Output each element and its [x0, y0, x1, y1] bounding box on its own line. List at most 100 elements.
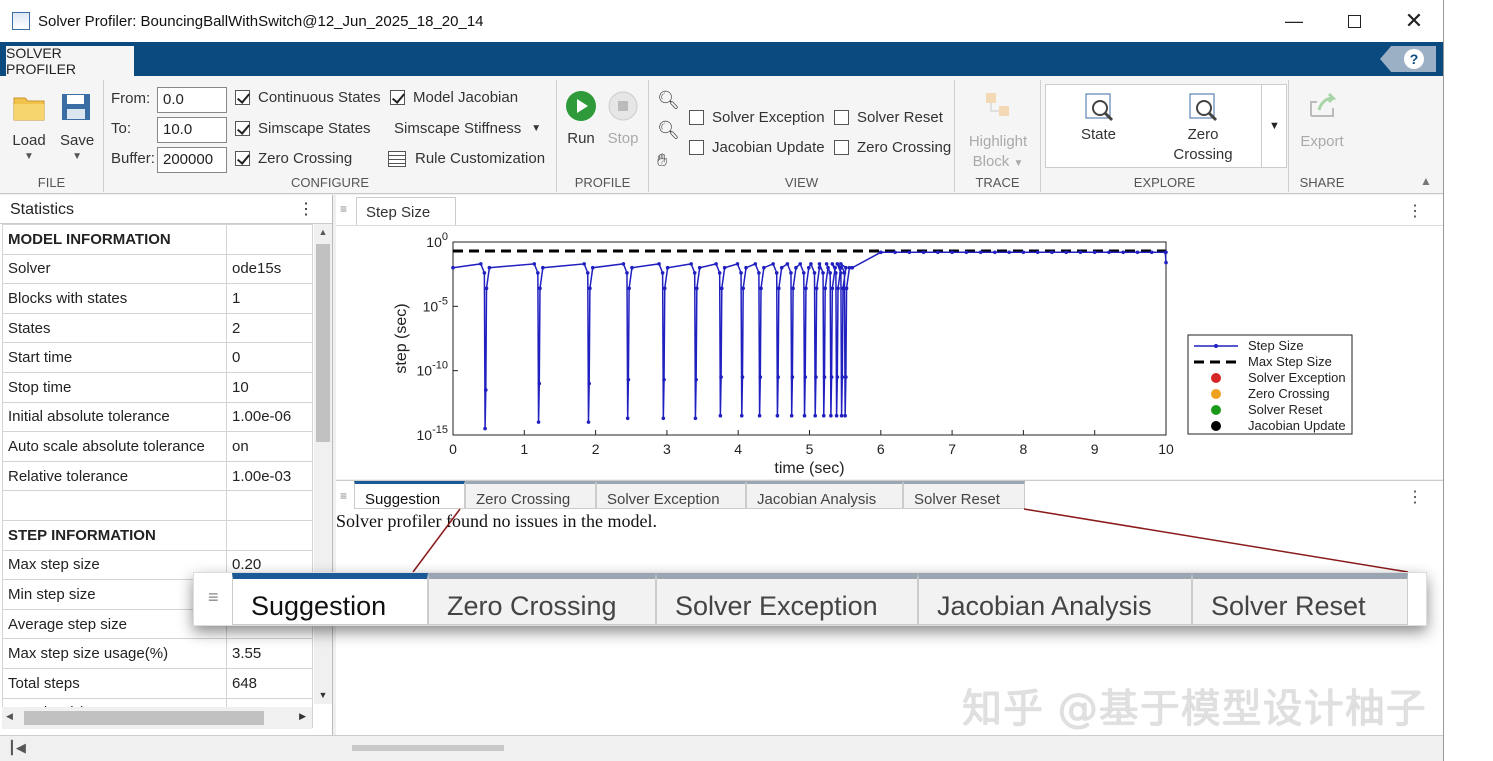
- legend-swatch: [1211, 389, 1221, 399]
- highlight-block-button[interactable]: Highlight Block ▼: [963, 132, 1033, 174]
- zero-crossing-explore-button[interactable]: Zero Crossing: [1173, 92, 1233, 165]
- run-button[interactable]: Run: [565, 90, 597, 149]
- statistics-row: States 2: [2, 312, 313, 344]
- statistics-menu-icon[interactable]: ⋮: [298, 199, 314, 219]
- tab-zero-crossing[interactable]: Zero Crossing: [428, 573, 656, 625]
- buffer-field[interactable]: 200000: [157, 147, 227, 173]
- tab-solver-reset[interactable]: Solver Reset: [1192, 573, 1408, 625]
- step-size-point: [839, 262, 843, 266]
- maximize-icon[interactable]: [1324, 0, 1384, 42]
- x-tick-label: 8: [1020, 441, 1028, 457]
- close-icon[interactable]: ✕: [1384, 0, 1443, 42]
- status-scroll-thumb[interactable]: [352, 745, 504, 751]
- step-size-point: [657, 262, 661, 266]
- from-label: From:: [111, 90, 151, 107]
- load-label: Load: [12, 132, 46, 149]
- zoomed-tab-callout: ≡ Suggestion Zero Crossing Solver Exceptio…: [193, 572, 1427, 626]
- tab-solver-profiler[interactable]: SOLVER PROFILER: [6, 45, 134, 77]
- step-size-point: [451, 265, 455, 270]
- step-size-point: [843, 413, 847, 418]
- tab-jacobian-analysis[interactable]: Jacobian Analysis: [918, 573, 1192, 625]
- step-size-point: [741, 286, 745, 291]
- suggestion-menu-icon[interactable]: ⋮: [1407, 487, 1423, 507]
- window-title: Solver Profiler: BouncingBallWithSwitch@…: [38, 12, 484, 30]
- legend-label: Jacobian Update: [1248, 418, 1346, 433]
- rule-customization-button[interactable]: Rule Customization: [388, 150, 545, 167]
- statistics-key: STEP INFORMATION: [2, 519, 227, 551]
- save-label: Save: [60, 132, 95, 149]
- export-button[interactable]: Export: [1297, 132, 1347, 152]
- pan-hand-icon[interactable]: ✋︎: [657, 150, 667, 171]
- minimize-icon[interactable]: —: [1264, 0, 1324, 42]
- step-size-point: [978, 250, 983, 255]
- model-jacobian-checkbox[interactable]: Model Jacobian: [390, 89, 518, 106]
- from-field[interactable]: 0.0: [157, 87, 227, 113]
- x-tick-label: 10: [1158, 441, 1174, 457]
- statistics-title: Statistics: [10, 201, 75, 218]
- first-page-icon[interactable]: ┃◀: [8, 740, 26, 756]
- trace-section: Highlight Block ▼ TRACE: [955, 80, 1041, 192]
- legend-swatch: [1211, 405, 1221, 415]
- y-tick-label: 10-10: [417, 360, 448, 379]
- file-section: Load ▼ Save ▼ FILE: [0, 80, 104, 192]
- continuous-states-checkbox[interactable]: Continuous States: [235, 89, 381, 106]
- tab-jacobian-analysis[interactable]: Jacobian Analysis: [746, 481, 903, 509]
- to-field[interactable]: 10.0: [157, 117, 227, 143]
- solver-profiler-window: Solver Profiler: BouncingBallWithSwitch@…: [0, 0, 1444, 761]
- simscape-states-checkbox[interactable]: Simscape States: [235, 120, 371, 137]
- step-size-point: [625, 416, 630, 421]
- step-size-point: [840, 375, 845, 379]
- statistics-value: 1.00e-06: [226, 401, 313, 433]
- zoom-in-icon[interactable]: 🔍︎: [657, 90, 680, 111]
- profile-section-label: PROFILE: [574, 175, 631, 190]
- step-size-point: [1078, 250, 1083, 255]
- statistics-vertical-scrollbar[interactable]: ▲ ▼: [314, 224, 332, 704]
- statistics-row: Start time 0: [2, 342, 313, 373]
- configure-section: From: 0.0 To: 10.0 Buffer: 200000 Contin…: [104, 80, 557, 192]
- simscape-stiffness-dropdown[interactable]: Simscape Stiffness ▼: [394, 120, 541, 137]
- title-bar: Solver Profiler: BouncingBallWithSwitch@…: [0, 0, 1443, 42]
- tab-solver-reset[interactable]: Solver Reset: [903, 481, 1025, 509]
- jacobian-update-checkbox[interactable]: Jacobian Update: [689, 139, 825, 156]
- share-section: Export SHARE: [1289, 80, 1355, 192]
- step-size-point: [826, 265, 830, 270]
- solver-exception-checkbox[interactable]: Solver Exception: [689, 109, 825, 126]
- help-button[interactable]: ?: [1380, 46, 1436, 72]
- suggestion-panel-grip-icon[interactable]: ≡: [340, 489, 347, 503]
- stop-label: Stop: [607, 130, 639, 147]
- step-size-point: [1121, 250, 1126, 255]
- zero-crossing-view-checkbox[interactable]: Zero Crossing: [834, 139, 951, 156]
- tab-solver-exception[interactable]: Solver Exception: [596, 481, 746, 509]
- plot-panel: ≡ Step Size ⋮ 0 1 2 3 4 5 6 7 8 9 10 100 10-5 10-10 10…: [336, 195, 1443, 479]
- solver-reset-checkbox[interactable]: Solver Reset: [834, 109, 943, 126]
- step-size-point: [1007, 250, 1011, 255]
- tab-solver-exception[interactable]: Solver Exception: [656, 573, 918, 625]
- step-size-point: [814, 286, 819, 291]
- statistics-key: Relative tolerance: [2, 460, 227, 492]
- statistics-key: Start time: [2, 342, 227, 373]
- statistics-horizontal-scrollbar[interactable]: ◀ ▶: [2, 707, 312, 729]
- zero-crossing-config-checkbox[interactable]: Zero Crossing: [235, 150, 352, 167]
- statistics-value: 1: [226, 283, 313, 314]
- explore-gallery-dropdown[interactable]: ▼: [1261, 84, 1287, 168]
- step-size-point: [844, 375, 848, 379]
- statistics-value: 2: [226, 312, 313, 344]
- load-button[interactable]: Load ▼: [12, 92, 46, 162]
- step-size-point: [621, 262, 626, 266]
- y-tick-label: 10-15: [417, 424, 448, 443]
- tab-suggestion[interactable]: Suggestion: [232, 573, 428, 625]
- step-size-point: [762, 265, 766, 270]
- step-size-point: [757, 271, 761, 275]
- stop-button[interactable]: Stop: [607, 90, 639, 149]
- view-section-label: VIEW: [784, 175, 819, 190]
- tab-zero-crossing[interactable]: Zero Crossing: [465, 481, 596, 509]
- tab-suggestion[interactable]: Suggestion: [354, 481, 465, 509]
- zoom-out-icon[interactable]: 🔍︎: [657, 120, 680, 141]
- view-section: 🔍︎ 🔍︎ ✋︎ Solver Exception Solver Reset J…: [649, 80, 955, 192]
- collapse-ribbon-icon[interactable]: ▲: [1420, 174, 1432, 188]
- state-button[interactable]: State: [1081, 92, 1116, 145]
- statistics-row: [2, 490, 313, 521]
- save-button[interactable]: Save ▼: [60, 92, 94, 162]
- to-label: To:: [111, 120, 132, 137]
- statistics-value: [226, 224, 313, 255]
